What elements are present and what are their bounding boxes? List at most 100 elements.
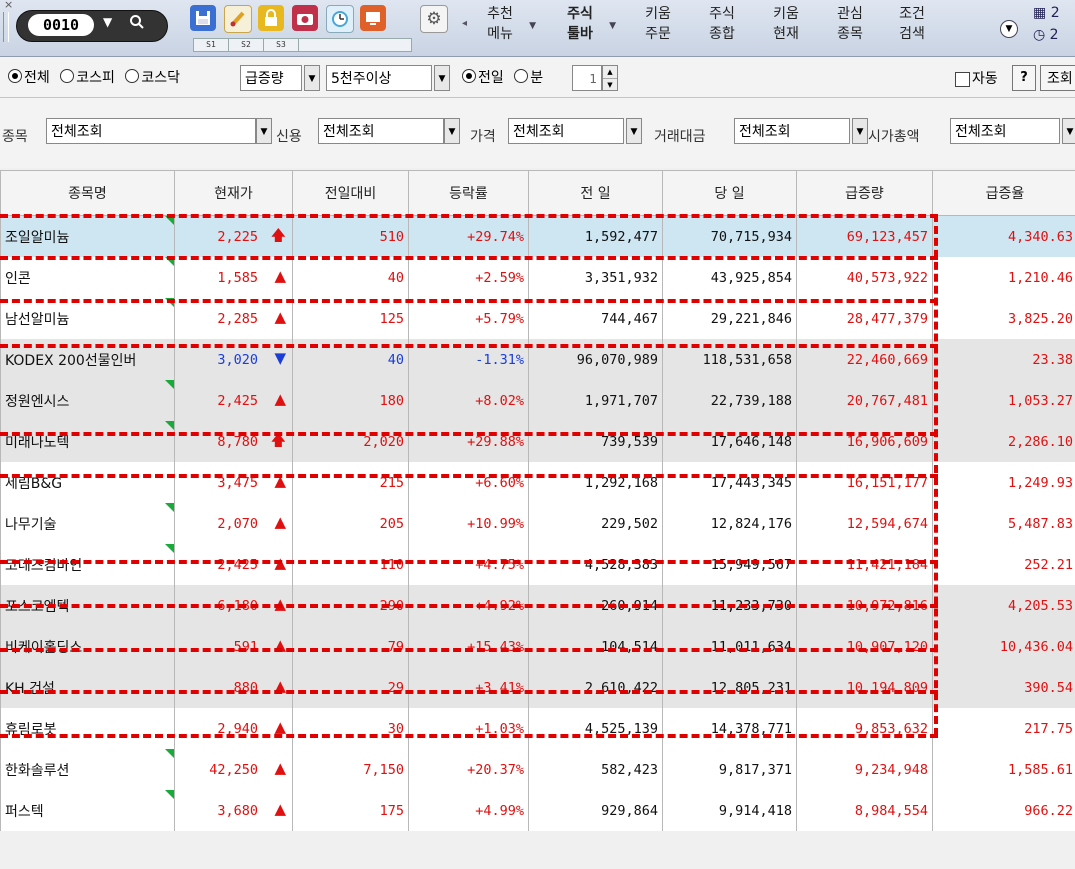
- query-button[interactable]: 조회: [1040, 65, 1075, 91]
- stock-name-cell[interactable]: 조일알미늄: [0, 215, 175, 257]
- stock-name-cell[interactable]: 인콘: [0, 257, 175, 298]
- radio-kospi[interactable]: 코스피: [60, 67, 115, 87]
- chevron-left-icon[interactable]: ◂: [462, 18, 467, 29]
- stock-name: KH 건설: [5, 680, 55, 697]
- code-selector[interactable]: 0010 ▼: [16, 10, 168, 42]
- chevron-down-icon[interactable]: ▼: [1000, 20, 1018, 38]
- brush-icon[interactable]: [224, 5, 252, 33]
- stock-name-cell[interactable]: 세림B&G: [0, 462, 175, 503]
- column-header-rate[interactable]: 등락률: [408, 170, 529, 216]
- volume-select[interactable]: 5천주이상: [326, 65, 432, 91]
- flag-icon: [165, 380, 174, 389]
- menu-kiwoom-current[interactable]: 키움 현재: [764, 4, 808, 44]
- table-row[interactable]: 남선알미늄 2,285 ▲ 125 +5.79% 744,467 29,221,846 28,…: [0, 298, 1075, 339]
- stock-name-cell[interactable]: 미래나노텍: [0, 421, 175, 462]
- change-cell: 110: [292, 544, 409, 585]
- stock-name-cell[interactable]: 코데즈컴바인: [0, 544, 175, 585]
- column-header-name[interactable]: 종목명: [0, 170, 175, 216]
- screen-tab-s2[interactable]: S2: [228, 38, 264, 52]
- screen-tab-s3[interactable]: S3: [263, 38, 299, 52]
- filter-price-select[interactable]: 전체조회: [508, 118, 624, 144]
- table-row[interactable]: 퍼스텍 3,680 ▲ 175 +4.99% 929,864 9,914,418 8,984,…: [0, 790, 1075, 831]
- menu-recommend[interactable]: 추천 메뉴 ▼: [476, 4, 536, 44]
- stock-name-cell[interactable]: 남선알미늄: [0, 298, 175, 339]
- table-row[interactable]: 나무기술 2,070 ▲ 205 +10.99% 229,502 12,824,176 12,…: [0, 503, 1075, 544]
- toolbar-grip[interactable]: [3, 12, 9, 42]
- table-row[interactable]: 세림B&G 3,475 ▲ 215 +6.60% 1,292,168 17,443,345 1…: [0, 462, 1075, 503]
- chevron-down-icon[interactable]: ▼: [304, 65, 320, 91]
- filter-stock-select[interactable]: 전체조회: [46, 118, 256, 144]
- stock-name-cell[interactable]: 휴림로봇: [0, 708, 175, 749]
- filter-market-cap-select[interactable]: 전체조회: [950, 118, 1060, 144]
- help-button[interactable]: ?: [1012, 65, 1036, 91]
- menu-watchlist[interactable]: 관심 종목: [828, 4, 872, 44]
- table-row[interactable]: 조일알미늄 2,225 🡅 510 +29.74% 1,592,477 70,715,934…: [0, 215, 1075, 257]
- radio-prev-day[interactable]: 전일: [462, 67, 504, 87]
- price-value: 3,680: [217, 802, 258, 819]
- surge-rate-cell: 1,210.46: [932, 257, 1075, 298]
- radio-all[interactable]: 전체: [8, 67, 50, 87]
- table-row[interactable]: 한화솔루션 42,250 ▲ 7,150 +20.37% 582,423 9,817,371…: [0, 749, 1075, 790]
- chevron-up-icon[interactable]: ▲: [603, 66, 617, 79]
- clock-icon[interactable]: [326, 5, 354, 33]
- menu-kiwoom-order[interactable]: 키움 주문: [636, 4, 680, 44]
- menu-condition-search[interactable]: 조건 검색: [890, 4, 934, 44]
- sort-select[interactable]: 급증량: [240, 65, 302, 91]
- chevron-down-icon[interactable]: ▼: [603, 79, 617, 91]
- monitor-icon[interactable]: [360, 5, 386, 31]
- table-row[interactable]: 정원엔시스 2,425 ▲ 180 +8.02% 1,971,707 22,739,188 2…: [0, 380, 1075, 421]
- stock-name-cell[interactable]: KH 건설: [0, 667, 175, 708]
- stock-name-cell[interactable]: 한화솔루션: [0, 749, 175, 790]
- surge-volume-cell: 69,123,457: [796, 215, 933, 257]
- chevron-down-icon[interactable]: ▼: [444, 118, 460, 144]
- table-row[interactable]: 휴림로봇 2,940 ▲ 30 +1.03% 4,525,139 14,378,771 9,8…: [0, 708, 1075, 749]
- column-header-today-volume[interactable]: 당 일: [662, 170, 797, 216]
- chevron-down-icon[interactable]: ▼: [626, 118, 642, 144]
- table-row[interactable]: 코데즈컴바인 2,425 ▲ 110 +4.75% 4,528,383 15,949,567…: [0, 544, 1075, 585]
- filter-trade-value-select[interactable]: 전체조회: [734, 118, 850, 144]
- chevron-down-icon[interactable]: ▼: [256, 118, 272, 144]
- menu-label: 종목: [837, 26, 863, 42]
- stock-name-cell[interactable]: 나무기술: [0, 503, 175, 544]
- filter-label-price: 가격: [470, 129, 496, 145]
- column-header-change[interactable]: 전일대비: [292, 170, 409, 216]
- screen-tab-s1[interactable]: S1: [193, 38, 229, 52]
- column-header-surge-rate[interactable]: 급증율: [932, 170, 1075, 216]
- column-header-prev-volume[interactable]: 전 일: [528, 170, 663, 216]
- save-icon[interactable]: [190, 5, 216, 31]
- close-icon[interactable]: ×: [4, 0, 13, 11]
- chevron-down-icon[interactable]: ▼: [103, 15, 112, 29]
- camera-icon[interactable]: [292, 5, 318, 31]
- screen-tab-empty[interactable]: [298, 38, 412, 52]
- rate-cell: +10.99%: [408, 503, 529, 544]
- lock-icon[interactable]: [258, 5, 284, 31]
- gear-icon[interactable]: ⚙: [420, 5, 448, 33]
- stock-name-cell[interactable]: 비케이홀딩스: [0, 626, 175, 667]
- chevron-down-icon[interactable]: ▼: [852, 118, 868, 144]
- change-cell: 79: [292, 626, 409, 667]
- radio-kosdaq[interactable]: 코스닥: [125, 67, 180, 87]
- radio-minute[interactable]: 분: [514, 67, 543, 87]
- chevron-down-icon[interactable]: ▼: [434, 65, 450, 91]
- search-icon[interactable]: [129, 14, 145, 34]
- filter-label-trade-value: 거래대금: [654, 129, 706, 145]
- table-row[interactable]: 미래나노텍 8,780 🡅 2,020 +29.88% 739,539 17,646,148…: [0, 421, 1075, 462]
- menu-stock-toolbar[interactable]: 주식 툴바 ▼: [556, 4, 616, 44]
- chevron-down-icon[interactable]: ▼: [1062, 118, 1075, 144]
- filter-credit-select[interactable]: 전체조회: [318, 118, 444, 144]
- column-header-surge-volume[interactable]: 급증량: [796, 170, 933, 216]
- column-header-price[interactable]: 현재가: [174, 170, 293, 216]
- auto-checkbox[interactable]: [955, 72, 970, 87]
- table-row[interactable]: 비케이홀딩스 591 ▲ 79 +15.43% 104,514 11,011,634 10,9…: [0, 626, 1075, 667]
- stock-name-cell[interactable]: 퍼스텍: [0, 790, 175, 831]
- stock-name-cell[interactable]: 정원엔시스: [0, 380, 175, 421]
- screen-code-input[interactable]: 0010: [28, 14, 94, 36]
- table-row[interactable]: KH 건설 880 ▲ 29 +3.41% 2,610,422 12,805,231 10,1…: [0, 667, 1075, 708]
- table-row[interactable]: 인콘 1,585 ▲ 40 +2.59% 3,351,932 43,925,854 40,57…: [0, 257, 1075, 298]
- stock-name: 조일알미늄: [5, 229, 70, 246]
- minute-input[interactable]: 1: [572, 65, 602, 91]
- flag-icon: [165, 790, 174, 799]
- screen-tabs: S1 S2 S3: [193, 38, 412, 52]
- minute-stepper[interactable]: ▲ ▼: [602, 65, 618, 91]
- menu-stock-overview[interactable]: 주식 종합: [700, 4, 744, 44]
